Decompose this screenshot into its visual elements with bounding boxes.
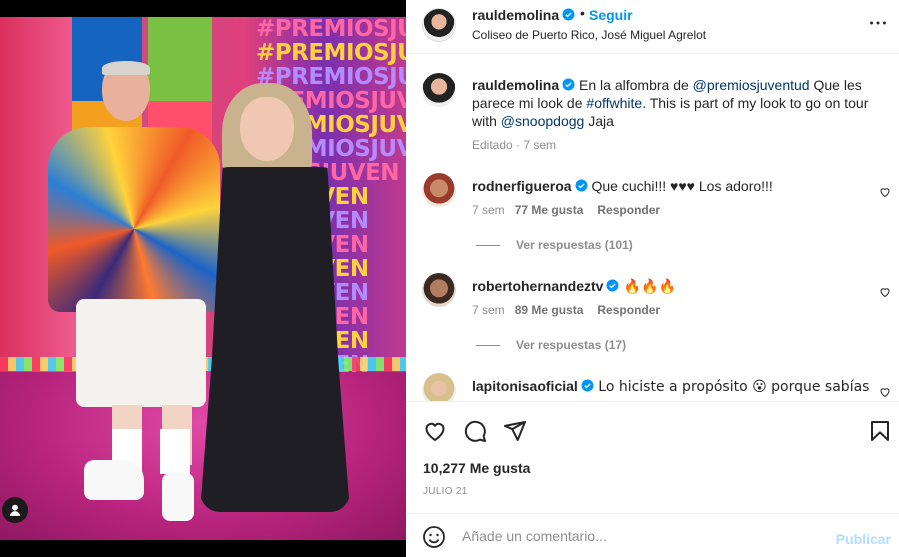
separator-dot: • bbox=[580, 5, 585, 21]
heart-icon[interactable] bbox=[879, 286, 891, 298]
man-hair bbox=[102, 61, 150, 75]
man-sneaker bbox=[84, 460, 144, 500]
verified-badge-icon bbox=[607, 279, 619, 292]
backdrop-text-line: #PREMIOSJUVEN bbox=[256, 17, 406, 42]
view-replies-label[interactable]: Ver respuestas (101) bbox=[516, 238, 633, 252]
comment-username[interactable]: robertohernandeztv bbox=[472, 278, 603, 294]
comment-body: 🔥🔥🔥 bbox=[619, 279, 677, 295]
follow-button[interactable]: Seguir bbox=[589, 7, 633, 23]
post-actions: 10,277 Me gusta JULIO 21 bbox=[406, 401, 899, 513]
backdrop-logo-tile bbox=[148, 17, 212, 101]
post-location[interactable]: Coliseo de Puerto Rico, José Miguel Agre… bbox=[472, 28, 706, 42]
comment-avatar[interactable] bbox=[422, 373, 456, 401]
author-username-text[interactable]: rauldemolina bbox=[472, 7, 559, 23]
verified-badge-icon bbox=[562, 78, 575, 91]
comment-time: 7 sem bbox=[472, 303, 505, 317]
heart-icon[interactable] bbox=[879, 186, 891, 198]
hashtag-link[interactable]: #offwhite bbox=[586, 95, 642, 111]
author-username[interactable]: rauldemolina bbox=[472, 7, 575, 23]
woman-dress bbox=[200, 167, 350, 512]
woman-head bbox=[240, 97, 294, 161]
man-hoodie bbox=[48, 127, 220, 312]
verified-badge-icon bbox=[562, 8, 575, 21]
post-media[interactable]: #PREMIOSJUVEN#PREMIOSJUVEN#PREMIOSJUVENP… bbox=[0, 0, 406, 557]
comment-text: lapitonisaoficial Lo hiciste a propósito… bbox=[472, 377, 882, 396]
comment-composer: Publicar bbox=[406, 513, 899, 557]
view-replies-label[interactable]: Ver respuestas (17) bbox=[516, 338, 626, 352]
comment-text: rodnerfigueroa Que cuchi!!! ♥♥♥ Los ador… bbox=[472, 177, 882, 195]
caption-avatar[interactable] bbox=[422, 73, 456, 107]
more-options-icon[interactable] bbox=[867, 12, 889, 34]
man-shorts bbox=[76, 299, 206, 407]
verified-badge-icon bbox=[575, 179, 588, 192]
view-replies-button[interactable]: Ver respuestas (101) bbox=[476, 238, 633, 252]
verified-badge-icon bbox=[581, 379, 594, 392]
man-sneaker bbox=[162, 473, 194, 521]
post-date: JULIO 21 bbox=[423, 486, 468, 497]
post-panel: rauldemolina • Seguir Coliseo de Puerto … bbox=[406, 0, 899, 557]
share-icon[interactable] bbox=[503, 419, 527, 443]
reply-button[interactable]: Responder bbox=[597, 303, 660, 317]
replies-line bbox=[476, 245, 500, 247]
likes-count[interactable]: 10,277 Me gusta bbox=[423, 460, 530, 476]
comment-meta: 7 sem 89 Me gusta Responder bbox=[472, 303, 660, 317]
caption-meta: Editado · 7 sem bbox=[472, 138, 557, 152]
caption-username[interactable]: rauldemolina bbox=[472, 77, 559, 93]
comment-username[interactable]: rodnerfigueroa bbox=[472, 178, 572, 194]
mention-link[interactable]: @snoopdogg bbox=[501, 113, 585, 129]
user-tag-icon bbox=[9, 504, 21, 516]
comment-body: Lo hiciste a propósito 😮 porque sabías bbox=[593, 379, 870, 395]
view-replies-button[interactable]: Ver respuestas (17) bbox=[476, 338, 626, 352]
post-header: rauldemolina • Seguir Coliseo de Puerto … bbox=[406, 0, 899, 54]
comment-avatar[interactable] bbox=[422, 173, 456, 207]
user-tag-button[interactable] bbox=[2, 497, 28, 523]
caption-text: rauldemolina En la alfombra de @premiosj… bbox=[472, 76, 882, 130]
author-avatar[interactable] bbox=[422, 8, 456, 42]
emoji-icon[interactable] bbox=[422, 525, 446, 549]
bookmark-icon[interactable] bbox=[868, 419, 892, 443]
comment-likes[interactable]: 89 Me gusta bbox=[515, 303, 584, 317]
replies-line bbox=[476, 345, 500, 347]
publish-button[interactable]: Publicar bbox=[836, 531, 891, 547]
mention-link[interactable]: @premiosjuventud bbox=[693, 77, 810, 93]
heart-icon[interactable] bbox=[879, 386, 891, 398]
heart-icon[interactable] bbox=[423, 419, 447, 443]
comment-time: 7 sem bbox=[472, 203, 505, 217]
comment-likes[interactable]: 77 Me gusta bbox=[515, 203, 584, 217]
man-sock bbox=[160, 429, 190, 474]
comment-icon[interactable] bbox=[463, 419, 487, 443]
comment-avatar[interactable] bbox=[422, 273, 456, 307]
backdrop-text-line: #PREMIOSJUVEN bbox=[256, 40, 406, 66]
caption-segment: Jaja bbox=[584, 113, 614, 129]
comment-username[interactable]: lapitonisaoficial bbox=[472, 378, 578, 394]
comment-body: Que cuchi!!! ♥♥♥ Los adoro!!! bbox=[587, 178, 773, 194]
caption-segment: En la alfombra de bbox=[575, 77, 693, 93]
comment-meta: 7 sem 77 Me gusta Responder bbox=[472, 203, 660, 217]
comments-list[interactable]: rauldemolina En la alfombra de @premiosj… bbox=[406, 55, 899, 401]
post-photo: #PREMIOSJUVEN#PREMIOSJUVEN#PREMIOSJUVENP… bbox=[0, 17, 406, 540]
comment-input[interactable] bbox=[462, 526, 822, 546]
comment-text: robertohernandeztv 🔥🔥🔥 bbox=[472, 277, 882, 296]
reply-button[interactable]: Responder bbox=[597, 203, 660, 217]
